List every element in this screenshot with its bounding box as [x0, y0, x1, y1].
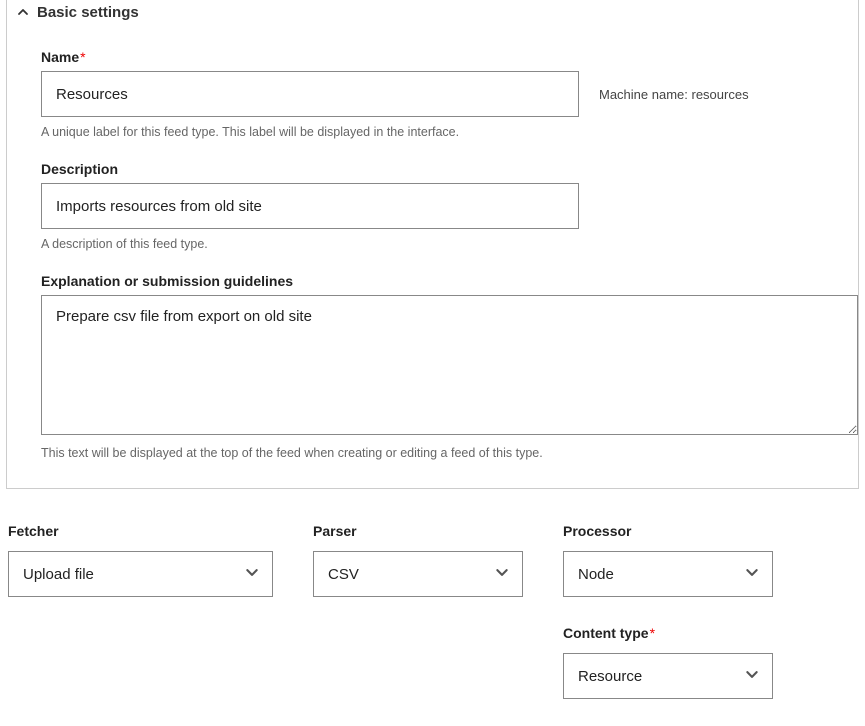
basic-settings-panel: Basic settings Name* Machine name: resou… [6, 0, 859, 489]
panel-title: Basic settings [37, 4, 139, 21]
processor-select[interactable]: Node [563, 551, 773, 597]
fetcher-label: Fetcher [8, 523, 273, 539]
description-help: A description of this feed type. [41, 237, 824, 251]
machine-name: Machine name: resources [599, 87, 749, 102]
fetcher-select[interactable]: Upload file [8, 551, 273, 597]
parser-field: Parser CSV [313, 523, 523, 699]
description-input[interactable] [41, 183, 579, 229]
required-marker: * [650, 625, 655, 641]
content-type-field: Content type* Resource [563, 625, 773, 699]
explanation-field: Explanation or submission guidelines Thi… [41, 273, 824, 460]
chevron-up-icon [17, 6, 29, 20]
panel-toggle[interactable]: Basic settings [7, 0, 858, 25]
content-type-select[interactable]: Resource [563, 653, 773, 699]
name-input[interactable] [41, 71, 579, 117]
parser-label: Parser [313, 523, 523, 539]
required-marker: * [80, 49, 85, 65]
panel-body: Name* Machine name: resources A unique l… [7, 25, 858, 460]
explanation-textarea[interactable] [41, 295, 858, 435]
name-label: Name [41, 49, 79, 65]
processor-field: Processor Node Content type* Resource [563, 523, 773, 699]
processor-selected: Node [578, 566, 614, 583]
name-help: A unique label for this feed type. This … [41, 125, 824, 139]
content-type-label: Content type [563, 625, 649, 641]
parser-selected: CSV [328, 566, 359, 583]
content-type-selected: Resource [578, 668, 642, 685]
explanation-help: This text will be displayed at the top o… [41, 446, 824, 460]
machine-name-value: resources [692, 87, 749, 102]
fetcher-field: Fetcher Upload file [8, 523, 273, 699]
selectors-row: Fetcher Upload file Parser CSV Processor… [0, 489, 865, 699]
description-field: Description A description of this feed t… [41, 161, 824, 251]
description-label: Description [41, 161, 118, 177]
name-field: Name* Machine name: resources A unique l… [41, 49, 824, 139]
machine-name-prefix: Machine name: [599, 87, 692, 102]
processor-label: Processor [563, 523, 773, 539]
fetcher-selected: Upload file [23, 566, 94, 583]
explanation-label: Explanation or submission guidelines [41, 273, 293, 289]
parser-select[interactable]: CSV [313, 551, 523, 597]
